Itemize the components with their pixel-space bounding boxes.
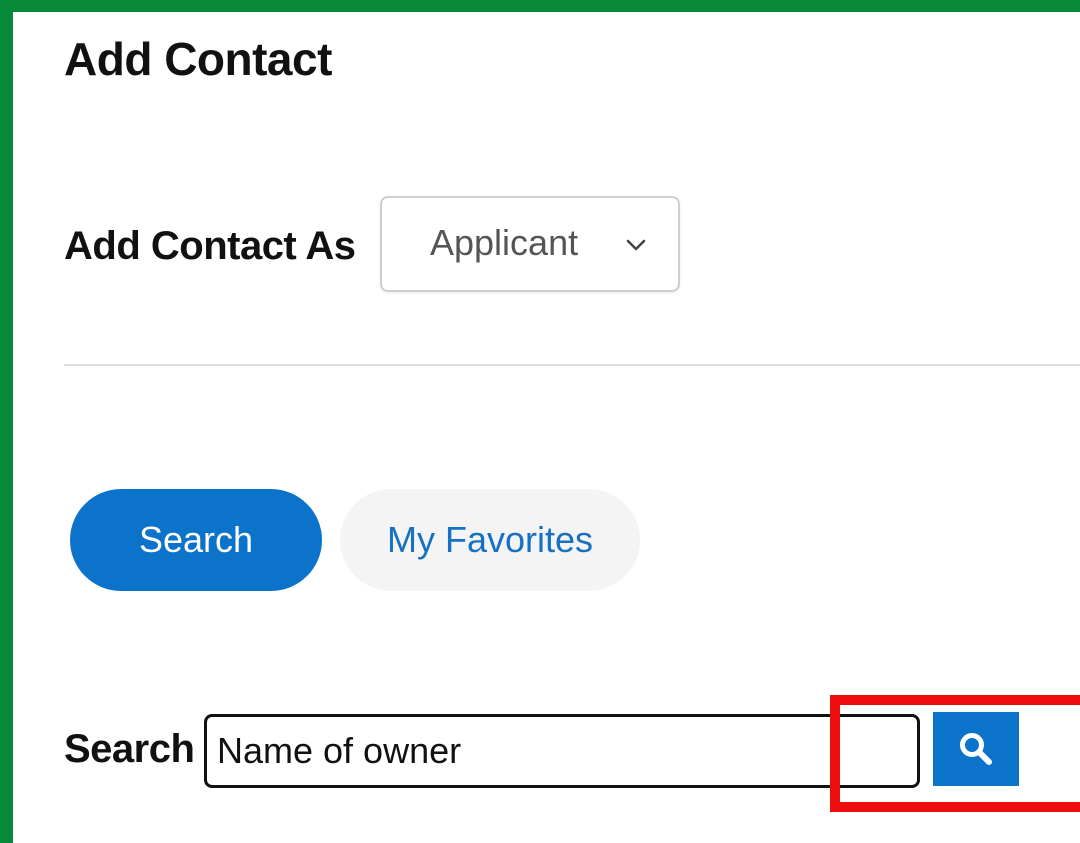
tab-my-favorites[interactable]: My Favorites: [340, 489, 640, 591]
section-divider: [64, 364, 1080, 366]
search-input[interactable]: [204, 714, 920, 788]
add-contact-as-label: Add Contact As: [64, 224, 356, 268]
green-frame-top: [0, 0, 1080, 12]
chevron-down-icon: [626, 239, 646, 251]
green-frame-left: [0, 0, 13, 843]
contact-role-select[interactable]: Applicant: [380, 196, 680, 292]
contact-role-value: Applicant: [430, 222, 579, 263]
search-label: Search: [64, 727, 195, 771]
tab-search[interactable]: Search: [70, 489, 322, 591]
page-title: Add Contact: [64, 33, 332, 85]
search-button[interactable]: [933, 712, 1019, 786]
magnifier-icon: [960, 733, 992, 765]
